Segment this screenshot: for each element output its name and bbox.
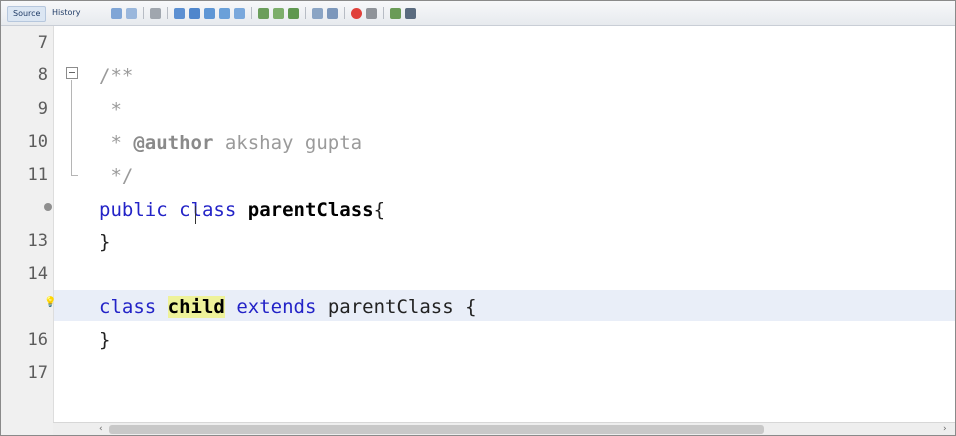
uncomment-icon[interactable] xyxy=(312,7,323,19)
type-name: parentClass xyxy=(327,296,454,318)
class-name-highlighted: child xyxy=(167,296,225,318)
brace: { xyxy=(373,199,386,221)
scrollbar-thumb[interactable] xyxy=(109,425,764,434)
keyword: class xyxy=(179,199,237,221)
toolbar-separator xyxy=(251,7,252,19)
code-line-author[interactable]: * @author akshay gupta xyxy=(99,131,362,155)
keyword: extends xyxy=(236,296,317,318)
find-selection-icon[interactable] xyxy=(204,7,215,19)
brace: { xyxy=(465,296,477,318)
line-number: 17 xyxy=(27,363,48,383)
scroll-right-icon[interactable]: › xyxy=(943,423,947,435)
line-number: 14 xyxy=(27,264,48,284)
record-macro-icon[interactable] xyxy=(351,7,362,19)
diff-icon[interactable] xyxy=(327,7,338,19)
stop-macro-icon[interactable] xyxy=(366,7,377,19)
comment-icon[interactable] xyxy=(288,7,299,19)
toolbar-separator xyxy=(143,7,144,19)
line-number: 7 xyxy=(37,33,48,53)
fold-toggle-icon[interactable] xyxy=(66,67,78,79)
line-number: 11 xyxy=(27,165,48,185)
scroll-left-icon[interactable]: ‹ xyxy=(99,423,103,435)
shift-right-icon[interactable] xyxy=(273,7,284,19)
code-line-close-brace[interactable]: } xyxy=(99,328,110,352)
toolbar-icon-group xyxy=(111,6,416,20)
toolbar-separator xyxy=(305,7,306,19)
keyword: public xyxy=(99,199,168,221)
toolbar-separator xyxy=(383,7,384,19)
tab-source[interactable]: Source xyxy=(7,6,47,22)
keyword: class xyxy=(99,296,157,318)
javadoc-tag: @author xyxy=(133,132,214,154)
shift-left-icon[interactable] xyxy=(258,7,269,19)
line-number: 16 xyxy=(27,330,48,350)
fold-guide xyxy=(71,80,72,175)
toggle-highlight-icon[interactable] xyxy=(219,7,230,19)
last-edit-icon[interactable] xyxy=(126,7,137,19)
comment-text: akshay gupta xyxy=(213,132,363,154)
toolbar-separator xyxy=(167,7,168,19)
code-line-comment-open[interactable]: /** xyxy=(99,64,133,88)
code-line-close-brace[interactable]: } xyxy=(99,230,110,254)
comment-text: * xyxy=(99,132,134,154)
toolbar-separator xyxy=(344,7,345,19)
code-line-child-class[interactable]: class child extends parentClass { xyxy=(99,295,477,319)
forward-icon[interactable] xyxy=(150,7,161,19)
code-editor-window: Source History 7 8 9 10 11 13 14 16 17 💡… xyxy=(0,0,956,436)
find-previous-icon[interactable] xyxy=(174,7,185,19)
text-cursor xyxy=(195,206,196,224)
chart-icon[interactable] xyxy=(405,7,416,19)
class-name: parentClass xyxy=(247,199,374,221)
horizontal-scrollbar[interactable]: ‹ › xyxy=(53,422,955,435)
run-icon[interactable] xyxy=(390,7,401,19)
code-line-class-declaration[interactable]: public class parentClass{ xyxy=(99,198,385,222)
toggle-rectangular-icon[interactable] xyxy=(234,7,245,19)
tab-history[interactable]: History xyxy=(47,6,85,20)
code-line-comment[interactable]: * xyxy=(99,98,121,122)
editor-toolbar: Source History xyxy=(1,1,955,26)
line-number: 9 xyxy=(37,99,48,119)
override-annotation-icon[interactable] xyxy=(44,203,52,211)
lightbulb-hint-icon[interactable]: 💡 xyxy=(44,297,56,308)
fold-end-marker xyxy=(71,175,78,176)
line-number: 10 xyxy=(27,132,48,152)
line-number: 8 xyxy=(37,65,48,85)
line-number: 13 xyxy=(27,231,48,251)
code-line-comment-close[interactable]: */ xyxy=(99,164,133,188)
find-next-icon[interactable] xyxy=(189,7,200,19)
back-history-icon[interactable] xyxy=(111,7,122,19)
